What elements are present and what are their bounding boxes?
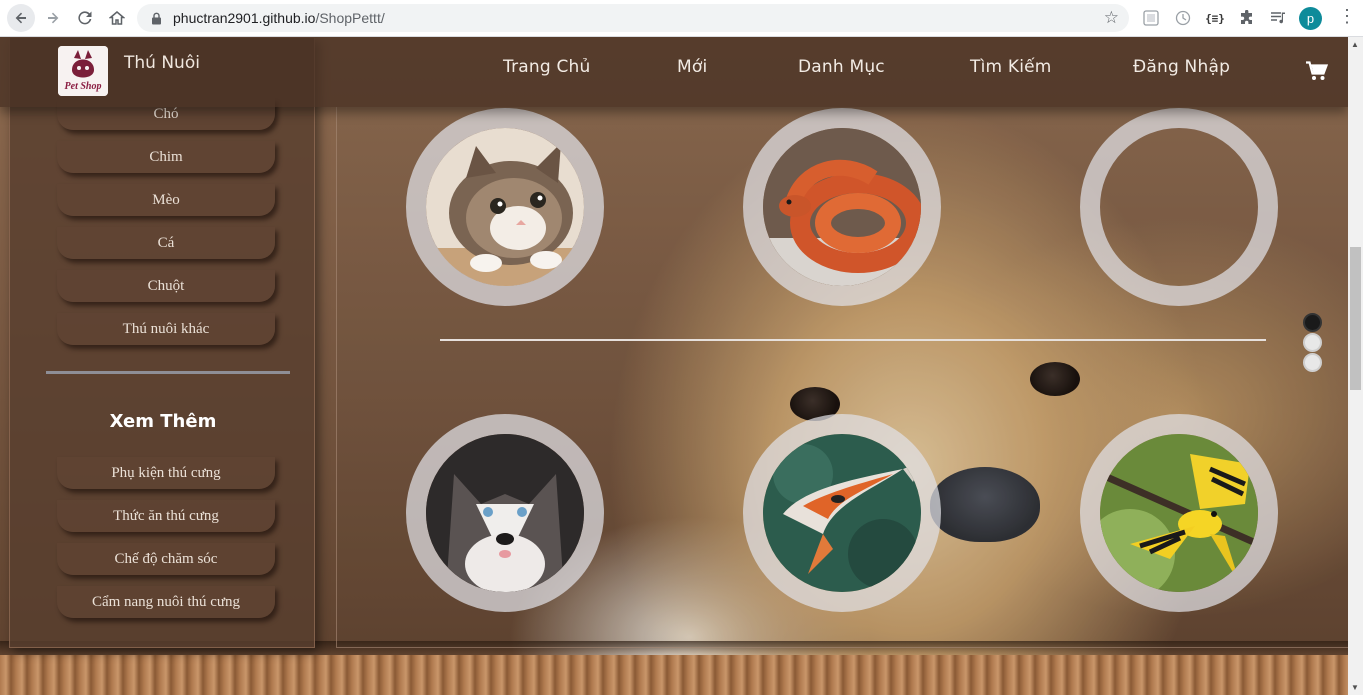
husky-image[interactable] [406,414,604,612]
sidebar-item-chuot[interactable]: Chuột [57,270,275,302]
page-scrollbar[interactable]: ▲ ▼ [1348,37,1363,695]
cat-image[interactable] [406,108,604,306]
nav-categories-link[interactable]: Danh Mục [798,57,885,77]
more-section-title: Xem Thêm [109,411,217,432]
background-floor [0,655,1348,695]
sidebar-item-thuc-an[interactable]: Thức ăn thú cưng [57,500,275,532]
forward-arrow-icon[interactable] [39,4,67,32]
address-bar[interactable]: phuctran2901.github.io/ShopPettt/ ☆ [137,4,1129,32]
back-arrow-icon[interactable] [7,4,35,32]
pet-shop-logo[interactable]: Pet Shop [58,46,108,96]
sidebar-item-meo[interactable]: Mèo [57,184,275,216]
reload-icon[interactable] [71,4,99,32]
slider-dot-2[interactable] [1303,333,1322,352]
nav-search-link[interactable]: Tìm Kiếm [970,57,1052,77]
slider-dots [1303,313,1322,373]
browser-toolbar: phuctran2901.github.io/ShopPettt/ ☆ {≡} … [0,0,1363,37]
page-viewport: Chó Chim Mèo Cá Chuột Thú nuôi khác Xem … [0,37,1348,695]
home-icon[interactable] [103,4,131,32]
url-path: /ShopPettt/ [315,10,385,26]
yellow-bird-image[interactable] [1080,414,1278,612]
lock-icon[interactable] [149,11,163,25]
cart-icon[interactable] [1306,61,1329,81]
slider-dot-3[interactable] [1303,353,1322,372]
star-icon[interactable]: ☆ [1104,8,1119,28]
timer-extension-icon[interactable] [1173,8,1193,28]
nav-new-link[interactable]: Mới [677,57,707,77]
slider-dot-1[interactable] [1303,313,1322,332]
nav-home-link[interactable]: Trang Chủ [503,57,590,77]
profile-avatar[interactable]: p [1299,7,1322,30]
sidebar: Chó Chim Mèo Cá Chuột Thú nuôi khác Xem … [9,37,315,648]
top-navigation: Trang Chủ Mới Danh Mục Tìm Kiếm Đăng Nhậ… [0,37,1348,107]
snake-image[interactable] [743,108,941,306]
puzzle-icon[interactable] [1237,8,1257,28]
koi-fish-image[interactable] [743,414,941,612]
gallery-divider [440,339,1266,341]
json-extension-icon[interactable]: {≡} [1205,8,1225,28]
sidebar-item-ca[interactable]: Cá [57,227,275,259]
scroll-thumb[interactable] [1350,247,1361,390]
extension-icon[interactable] [1141,8,1161,28]
sidebar-item-thu-nuoi-khac[interactable]: Thú nuôi khác [57,313,275,345]
brand-title: Thú Nuôi [124,53,200,73]
more-vert-icon[interactable]: ⋮ [1338,6,1356,27]
scroll-down-arrow-icon[interactable]: ▼ [1351,683,1359,692]
media-icon[interactable] [1268,8,1288,28]
sidebar-item-phu-kien[interactable]: Phụ kiện thú cưng [57,457,275,489]
sidebar-divider [46,371,290,374]
scroll-up-arrow-icon[interactable]: ▲ [1351,40,1359,49]
sidebar-item-che-do-cham-soc[interactable]: Chế độ chăm sóc [57,543,275,575]
url-host: phuctran2901.github.io [173,10,316,26]
svg-text:Pet Shop: Pet Shop [65,81,102,92]
sidebar-item-chim[interactable]: Chim [57,141,275,173]
nav-login-link[interactable]: Đăng Nhập [1133,57,1230,77]
sidebar-item-cam-nang[interactable]: Cẩm nang nuôi thú cưng [57,586,275,618]
empty-image-circle[interactable] [1080,108,1278,306]
